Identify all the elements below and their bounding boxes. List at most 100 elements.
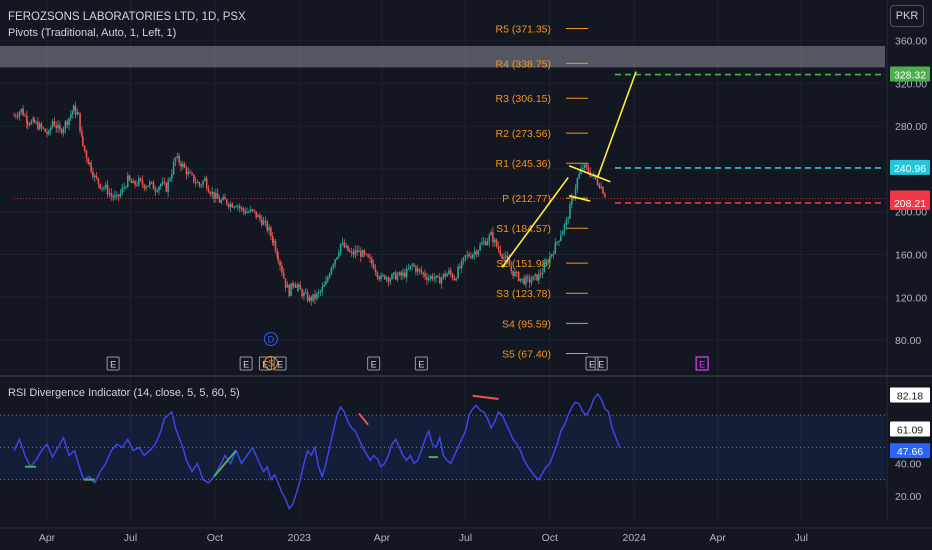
candle-body [147,185,149,187]
earnings-marker-label: E [598,360,604,370]
candle-body [510,266,513,271]
candle-body [521,278,524,280]
pivots-indicator-label[interactable]: Pivots (Traditional, Auto, 1, Left, 1) [8,27,176,39]
candle-body [141,180,144,185]
candle-body [132,181,135,183]
candle-body [539,273,542,275]
y-tick-label: 360.00 [895,36,927,48]
candle-body [248,211,250,213]
pivot-level-label: R1 (245.36) [496,158,551,170]
chart-title: FEROZSONS LABORATORIES LTD, 1D, PSX [8,11,246,23]
candle-body [33,118,35,123]
candle-body [281,265,283,273]
candle-body [350,251,353,253]
candle-body [215,193,217,199]
candle-body [103,187,105,189]
candle-body [477,250,480,255]
chart-canvas[interactable]: 360.00320.00280.00240.00200.00160.00120.… [0,0,932,550]
candle-body [347,245,349,252]
candle-body [85,150,88,159]
candle-body [523,278,525,285]
candle-body [193,174,195,182]
candle-body [363,250,366,254]
candle-body [490,232,492,236]
rsi-indicator-label[interactable]: RSI Divergence Indicator (14, close, 5, … [8,387,240,399]
candle-body [571,198,573,205]
candle-body [532,276,535,281]
candle-body [459,266,461,269]
candle-body [40,123,43,128]
candle-body [44,128,46,132]
candle-body [79,112,81,132]
candle-body [264,220,267,222]
candle-body [435,275,437,278]
candle-body [158,186,160,191]
candle-body [337,252,340,258]
candle-body [409,265,412,269]
candle-body [30,120,33,125]
candle-body [108,193,111,195]
candle-body [385,277,388,280]
candle-body [277,257,280,261]
candle-body [26,123,29,125]
candle-body [374,268,377,273]
candle-body [270,227,272,236]
candle-body [268,227,270,231]
candle-body [376,272,379,277]
candle-body [150,181,153,183]
candle-body [400,272,402,276]
candle-body [326,277,329,281]
candle-body [418,268,421,270]
candle-body [106,184,109,194]
candle-body [457,266,459,279]
candle-body [290,283,292,297]
candle-body [405,269,408,278]
candle-body [427,278,430,281]
candle-body [464,255,467,258]
candle-body [437,275,439,278]
candle-body [404,272,406,278]
candle-body [360,250,362,257]
currency-button[interactable]: PKR [890,5,924,27]
candle-body [416,268,419,272]
candle-body [37,121,39,130]
candle-body [550,254,553,257]
pivot-level-label: S1 (184.57) [496,223,551,235]
candle-body [143,184,146,189]
candle-body [205,178,208,189]
earnings-marker-label: E [243,360,249,370]
candle-body [266,221,269,231]
candle-body [394,272,397,280]
candle-body [433,277,436,279]
candle-body [244,210,247,214]
candle-body [479,244,481,251]
candle-body [204,178,206,181]
candle-body [152,181,155,190]
pivot-level-label: S5 (67.40) [502,349,551,361]
candle-body [35,121,37,123]
candle-body [81,131,83,137]
candle-body [259,215,261,219]
earnings-marker-label: E [589,360,595,370]
candle-body [455,278,458,281]
candle-body [334,259,336,265]
candle-body [22,108,24,116]
candle-body [567,218,569,220]
candle-body [262,220,265,225]
candle-body [161,182,164,184]
candle-body [446,273,448,277]
candle-body [74,105,77,115]
candle-body [451,274,454,279]
candle-body [442,273,445,278]
candle-body [59,124,61,130]
candle-body [99,183,102,189]
candle-body [60,129,63,133]
candle-body [515,271,518,273]
candle-body [367,254,369,258]
candle-body [92,171,94,178]
candle-body [93,175,96,178]
candle-body [231,203,234,208]
candle-body [209,192,212,195]
candle-body [218,198,221,203]
candle-body [582,167,584,169]
